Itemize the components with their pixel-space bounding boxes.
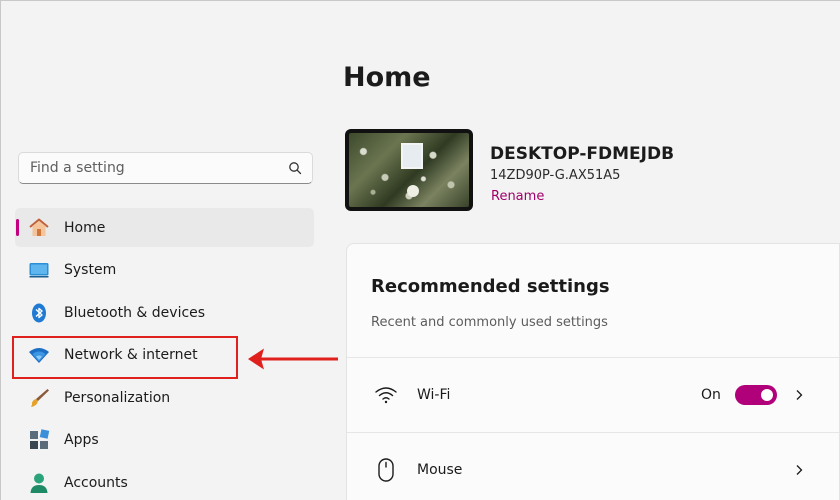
sidebar-item-label: Personalization	[64, 389, 171, 406]
annotation-highlight-box	[12, 336, 238, 379]
sidebar-item-label: Accounts	[64, 474, 128, 491]
apps-icon	[28, 429, 50, 451]
sidebar-item-label: Apps	[64, 432, 99, 448]
mouse-icon	[371, 455, 401, 485]
sidebar-item-accounts[interactable]: Accounts	[15, 463, 314, 500]
search-box[interactable]	[18, 152, 313, 184]
setting-row-label: Wi-Fi	[417, 386, 451, 403]
sidebar-item-system[interactable]: System	[15, 251, 314, 290]
rename-link[interactable]: Rename	[491, 189, 544, 204]
sidebar-item-bluetooth[interactable]: Bluetooth & devices	[15, 293, 314, 332]
chevron-right-icon[interactable]	[793, 464, 805, 476]
device-thumbnail	[345, 129, 473, 211]
search-icon[interactable]	[288, 161, 302, 175]
setting-row-wifi[interactable]: Wi-Fi On	[347, 357, 839, 431]
home-icon	[28, 217, 50, 239]
sidebar-item-apps[interactable]: Apps	[15, 421, 314, 460]
device-name: DESKTOP-FDMEJDB	[490, 144, 675, 164]
device-model: 14ZD90P-G.AX51A5	[490, 168, 621, 183]
sidebar-item-home[interactable]: Home	[15, 208, 314, 247]
monitor-icon	[28, 259, 50, 281]
setting-row-mouse[interactable]: Mouse	[347, 432, 839, 500]
card-title: Recommended settings	[371, 276, 610, 297]
sidebar-item-personalization[interactable]: Personalization	[15, 378, 314, 417]
page-title: Home	[343, 62, 431, 93]
search-input[interactable]	[30, 160, 288, 176]
card-subtitle: Recent and commonly used settings	[371, 315, 608, 330]
wifi-toggle[interactable]	[735, 384, 777, 405]
sidebar-item-label: System	[64, 262, 117, 278]
person-icon	[28, 472, 50, 494]
sidebar-item-label: Bluetooth & devices	[64, 304, 206, 321]
wallpaper-image	[349, 133, 469, 207]
recommended-settings-card: Recommended settings Recent and commonly…	[346, 243, 840, 500]
bluetooth-icon	[28, 302, 50, 324]
brush-icon	[28, 387, 50, 409]
annotation-arrow-icon	[248, 348, 338, 370]
setting-row-label: Mouse	[417, 461, 463, 478]
chevron-right-icon[interactable]	[793, 389, 805, 401]
wifi-icon	[371, 380, 401, 410]
wifi-state-label: On	[701, 386, 721, 403]
sidebar-item-label: Home	[64, 219, 106, 236]
